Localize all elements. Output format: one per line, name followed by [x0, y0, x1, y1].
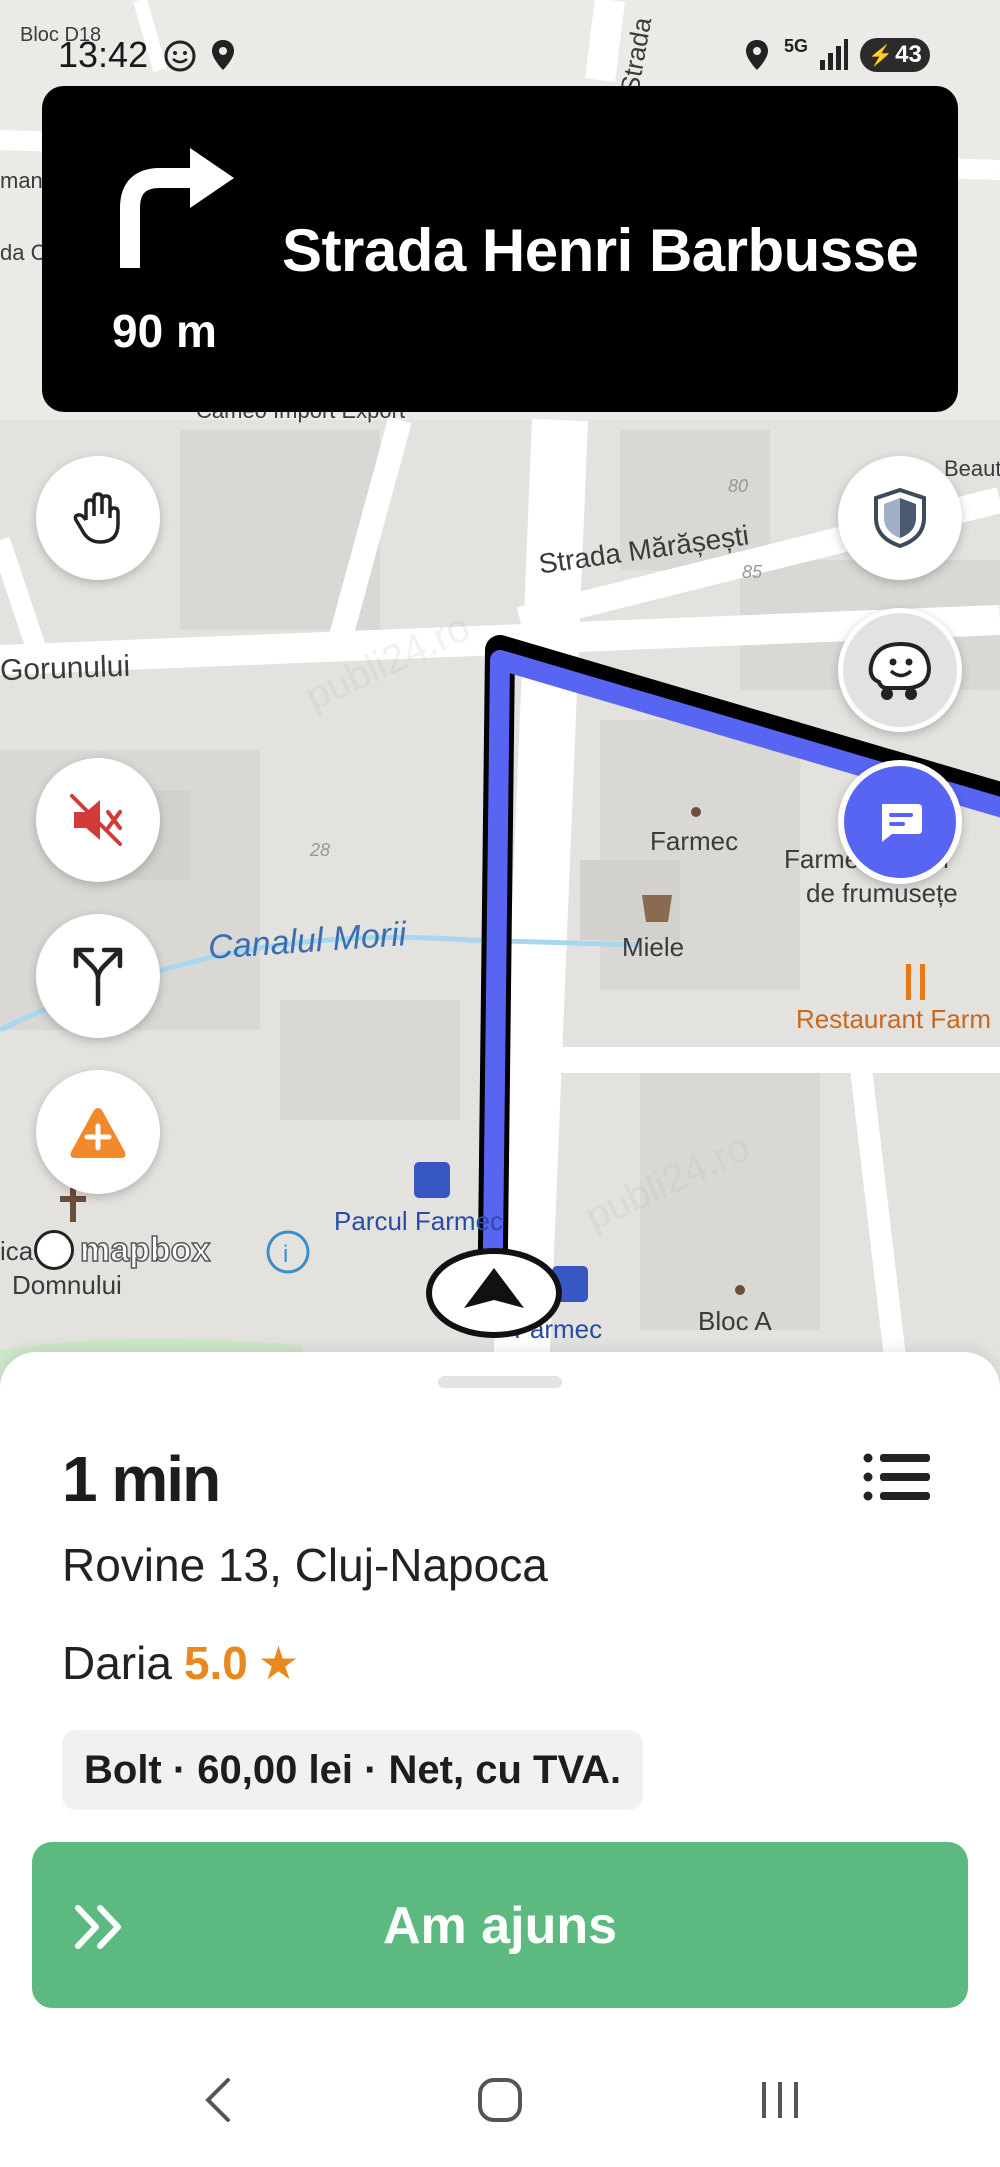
chat-button[interactable] [838, 760, 962, 884]
map-label: da C [0, 240, 47, 265]
status-bar: 13:42 5G ⚡ 43 [0, 0, 1000, 80]
list-icon [863, 1453, 930, 1501]
police-report-button[interactable] [838, 456, 962, 580]
destination-address: Rovine 13, Cluj-Napoca [62, 1539, 548, 1591]
network-type: 5G [784, 36, 809, 56]
map-label: Farmec [650, 826, 739, 856]
system-navigation-bar [0, 2040, 1000, 2167]
warning-add-icon [70, 1108, 126, 1158]
map-label: Restaurant Farm [796, 1004, 992, 1034]
recent-apps-icon[interactable] [758, 2078, 802, 2122]
turn-right-icon [120, 148, 234, 268]
distance-to-turn: 90 m [112, 305, 217, 357]
waze-face-icon [164, 40, 196, 72]
star-icon: ★ [257, 1637, 300, 1689]
map-label: 80 [728, 476, 749, 496]
map-label: Parcul Farmec [334, 1206, 504, 1236]
waze-face-icon [868, 641, 932, 700]
battery-level: 43 [895, 41, 922, 68]
battery-bolt-icon: ⚡ [868, 44, 894, 67]
volume-mute-icon [70, 794, 122, 846]
map-label: 85 [742, 562, 763, 582]
hand-icon [73, 492, 120, 544]
map-label: ica [0, 1236, 34, 1266]
waze-button[interactable] [838, 608, 962, 732]
chat-bubble-icon [882, 804, 922, 842]
svg-text:i: i [283, 1241, 288, 1268]
map-label: man [0, 168, 43, 193]
back-icon[interactable] [200, 2076, 236, 2124]
rider-info: Daria 5.0 ★ [62, 1636, 299, 1690]
mapbox-logo: mapbox [34, 1230, 211, 1270]
mapbox-icon [34, 1230, 74, 1270]
location-pin-icon [746, 40, 768, 70]
map-label: Beaut [944, 456, 1000, 481]
rider-name: Daria [62, 1637, 172, 1689]
rider-rating: 5.0 [183, 1637, 248, 1689]
map-label: Bloc A [698, 1306, 772, 1336]
home-icon[interactable] [476, 2076, 524, 2124]
status-time: 13:42 [58, 34, 149, 75]
route-list-button[interactable] [858, 1442, 938, 1512]
navigation-arrow-icon [464, 1268, 524, 1308]
mapbox-wordmark: mapbox [79, 1230, 211, 1270]
eta-time: 1 min [62, 1443, 221, 1515]
report-hazard-button[interactable] [36, 1070, 160, 1194]
next-street-name: Strada Henri Barbusse [282, 217, 919, 284]
map-label: Gorunului [0, 649, 131, 688]
drag-handle[interactable] [438, 1376, 562, 1388]
mute-button[interactable] [36, 758, 160, 882]
map-label: de frumusețe [806, 878, 958, 908]
current-position-marker [426, 1248, 562, 1338]
arrived-button-label: Am ajuns [382, 1897, 618, 1955]
map-label: 28 [310, 840, 331, 860]
arrived-button[interactable]: Am ajuns [32, 1842, 968, 2008]
turn-instruction-banner[interactable]: Strada Henri Barbusse 90 m [42, 86, 958, 412]
map-label: Miele [622, 932, 685, 962]
map-label: Domnului [12, 1270, 122, 1300]
signal-icon [820, 39, 848, 70]
battery-charging-icon: ⚡ 43 [860, 38, 930, 72]
shield-icon [874, 487, 926, 549]
report-stop-button[interactable] [36, 456, 160, 580]
location-pin-icon [212, 40, 234, 70]
alternate-routes-button[interactable] [36, 914, 160, 1038]
fare-chip: Bolt · 60,00 lei · Net, cu TVA. [62, 1730, 644, 1810]
fork-routes-icon [73, 947, 123, 1006]
